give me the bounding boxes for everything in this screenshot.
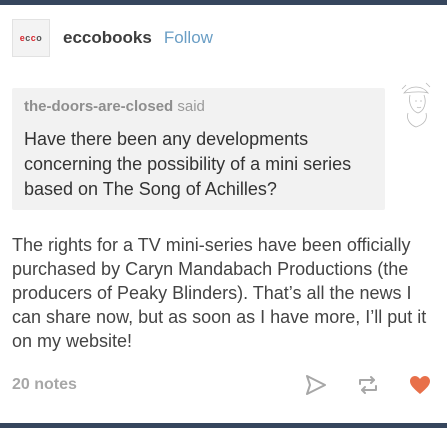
reblog-icon[interactable] <box>355 372 381 398</box>
ask-box: the-doors-are-closed said Have there bee… <box>12 88 385 210</box>
asker-avatar-icon[interactable] <box>396 79 436 129</box>
notes-count[interactable]: 20 notes <box>12 376 77 394</box>
bottom-divider-bar <box>0 423 447 428</box>
answer-text: The rights for a TV mini-series have bee… <box>12 235 427 351</box>
follow-button[interactable]: Follow <box>164 28 213 48</box>
said-label: said <box>177 98 205 115</box>
blog-avatar[interactable]: ecco <box>12 19 50 57</box>
post-header: ecco eccobooks Follow <box>12 18 213 58</box>
ecco-logo: ecco <box>19 33 43 43</box>
blog-username[interactable]: eccobooks <box>63 28 152 48</box>
share-icon[interactable] <box>303 372 329 398</box>
like-icon[interactable] <box>407 372 433 398</box>
post-actions <box>303 372 433 398</box>
top-divider-bar <box>0 0 447 5</box>
ask-question: Have there been any developments concern… <box>24 129 352 199</box>
asker-line: the-doors-are-closed said <box>24 98 373 115</box>
asker-name[interactable]: the-doors-are-closed <box>24 98 173 115</box>
